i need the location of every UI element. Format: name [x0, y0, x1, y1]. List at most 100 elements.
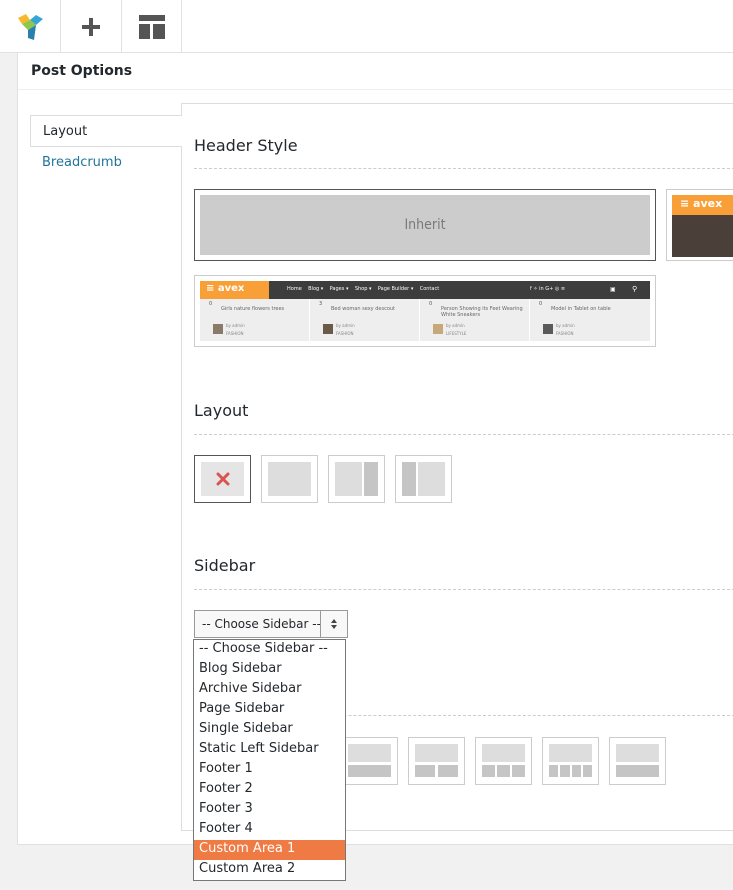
layout-block [616, 744, 659, 762]
layout-block [482, 765, 495, 777]
header-preview-menu: Home Blog ▾ Pages ▾ Shop ▾ Page Builder … [287, 286, 439, 292]
card-author: by admin [336, 323, 355, 328]
builder-logo-button[interactable] [0, 0, 61, 53]
card-title: Person Showing its Feet Wearing White Sn… [441, 306, 523, 318]
header-preview-logo: ≡ avex [200, 281, 269, 299]
divider [194, 434, 733, 435]
preview-menu-item: Pages ▾ [329, 286, 349, 292]
layout-block [583, 765, 592, 777]
divider [194, 168, 733, 169]
layout-block [512, 765, 525, 777]
header-preview-card: 0 Girls nature flowers trees by admin FA… [200, 299, 309, 341]
card-count: 3 [319, 301, 323, 307]
footer-option-5[interactable] [542, 737, 599, 785]
header-preview-card: 3 Bed woman sexy descout by admin FASHIO… [310, 299, 419, 341]
layout-block [549, 744, 592, 762]
layout-block [418, 462, 445, 496]
header-preview-logo-text: avex [693, 197, 723, 210]
card-category: FASHION [226, 331, 244, 336]
builder-logo-icon [18, 13, 43, 40]
layout-block [549, 765, 558, 777]
layout-option-no-sidebar[interactable] [194, 455, 251, 503]
header-preview-image: ≡ avex [672, 195, 733, 257]
add-element-button[interactable] [61, 0, 122, 53]
close-icon [216, 472, 230, 486]
cart-icon: ▣ [610, 286, 616, 293]
layout-block [348, 744, 391, 762]
dropdown-option[interactable]: Page Sidebar [194, 700, 345, 720]
footer-option-6[interactable] [609, 737, 666, 785]
card-count: 0 [209, 301, 213, 307]
tab-breadcrumb[interactable]: Breadcrumb [30, 147, 181, 179]
sidebar-heading: Sidebar [194, 556, 256, 575]
layout-heading: Layout [194, 401, 249, 420]
dropdown-option[interactable]: Single Sidebar [194, 720, 345, 740]
header-option-inherit-label: Inherit [200, 195, 650, 255]
templates-button[interactable] [122, 0, 182, 53]
layout-options [194, 455, 454, 503]
layout-option-right-sidebar[interactable] [328, 455, 385, 503]
preview-menu-item: Shop ▾ [354, 286, 372, 292]
card-thumbnail [323, 324, 333, 334]
dropdown-option-highlighted[interactable]: Custom Area 1 [194, 840, 345, 860]
search-icon: ⚲ [632, 285, 638, 293]
layout-block [572, 765, 581, 777]
header-preview-card: 0 Person Showing its Feet Wearing White … [420, 299, 529, 341]
layout-block [348, 765, 391, 777]
dropdown-option[interactable]: Blog Sidebar [194, 660, 345, 680]
card-author: by admin [226, 323, 245, 328]
dropdown-option[interactable]: Archive Sidebar [194, 680, 345, 700]
card-thumbnail [213, 324, 223, 334]
sidebar-select[interactable]: -- Choose Sidebar -- [194, 610, 348, 638]
select-arrows-icon [320, 611, 347, 637]
header-option-2[interactable]: ≡ avex [666, 189, 733, 261]
layout-block [335, 462, 362, 496]
layout-block [268, 462, 311, 496]
header-option-inherit[interactable]: Inherit [194, 189, 656, 261]
top-toolbar [0, 0, 733, 53]
card-count: 0 [539, 301, 543, 307]
card-thumbnail [543, 324, 553, 334]
card-category: FASHION [556, 331, 574, 336]
dropdown-option[interactable]: -- Choose Sidebar -- [194, 640, 345, 660]
dropdown-option[interactable]: Custom Area 2 [194, 860, 345, 880]
layout-block [364, 462, 378, 496]
card-count: 0 [429, 301, 433, 307]
card-thumbnail [433, 324, 443, 334]
card-title: Model in Tablet on table [551, 306, 611, 312]
dropdown-option[interactable]: Footer 3 [194, 800, 345, 820]
card-author: by admin [556, 323, 575, 328]
post-options-title: Post Options [18, 53, 733, 90]
dropdown-option[interactable]: Footer 2 [194, 780, 345, 800]
dropdown-option[interactable]: Footer 1 [194, 760, 345, 780]
layout-block [415, 765, 435, 777]
header-preview-card: 0 Model in Tablet on table by admin FASH… [530, 299, 650, 341]
layout-option-full-width[interactable] [261, 455, 318, 503]
layout-block [560, 765, 570, 777]
layout-block [497, 765, 510, 777]
footer-option-2[interactable] [341, 737, 398, 785]
dropdown-option[interactable]: Footer 4 [194, 820, 345, 840]
card-author: by admin [446, 323, 465, 328]
preview-menu-item: Page Builder ▾ [377, 286, 414, 292]
preview-menu-item: Home [287, 286, 302, 292]
header-preview-logo: ≡ avex [672, 195, 733, 215]
layout-block [402, 462, 416, 496]
layout-option-left-sidebar[interactable] [395, 455, 452, 503]
footer-option-4[interactable] [475, 737, 532, 785]
header-preview-logo-text: avex [217, 283, 245, 294]
sidebar-select-value: -- Choose Sidebar -- [202, 617, 321, 631]
dropdown-option[interactable]: Static Left Sidebar [194, 740, 345, 760]
footer-option-3[interactable] [408, 737, 465, 785]
sidebar-dropdown-list[interactable]: -- Choose Sidebar -- Blog Sidebar Archiv… [193, 639, 346, 881]
header-preview-nav: ≡ avex Home Blog ▾ Pages ▾ Shop ▾ Page B… [200, 281, 650, 299]
layout-block [616, 765, 659, 777]
tab-layout[interactable]: Layout [30, 115, 182, 147]
preview-menu-item: Blog ▾ [308, 286, 324, 292]
plus-icon [82, 17, 100, 36]
layout-block [438, 765, 458, 777]
options-tabs: Layout Breadcrumb [30, 115, 182, 179]
header-option-3[interactable]: ≡ avex Home Blog ▾ Pages ▾ Shop ▾ Page B… [194, 275, 656, 347]
card-title: Bed woman sexy descout [331, 306, 396, 312]
header-preview-social: f ✧ in G+ ◎ ≡ [530, 286, 566, 292]
